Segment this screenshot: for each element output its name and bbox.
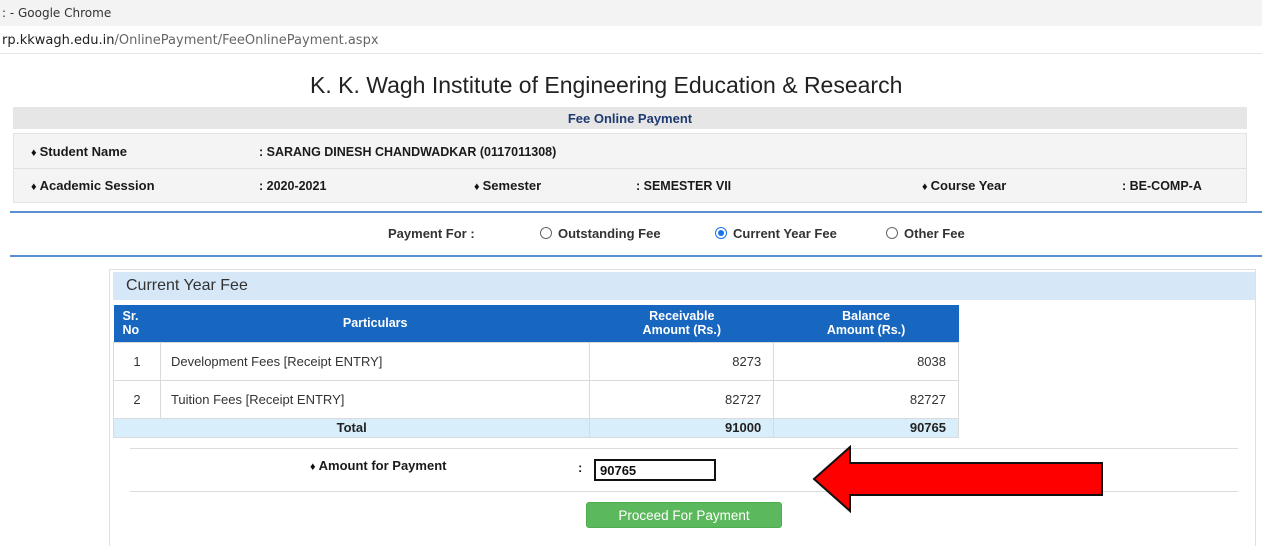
- radio-outstanding-fee[interactable]: [540, 227, 552, 239]
- payment-for-label: Payment For :: [388, 226, 475, 241]
- cell-receivable: 8273: [589, 341, 775, 381]
- cell-balance: 8038: [773, 341, 959, 381]
- browser-title-bar: : - Google Chrome: [0, 0, 1262, 26]
- cell-balance: 82727: [773, 379, 959, 419]
- tag-icon: ♦: [31, 147, 37, 159]
- col-balance: Balance Amount (Rs.): [773, 305, 959, 342]
- col-receivable: Receivable Amount (Rs.): [589, 305, 774, 342]
- academic-session-value: : 2020-2021: [259, 179, 327, 193]
- total-row: Total 91000 90765: [112, 417, 959, 438]
- current-year-fee-header: Current Year Fee: [113, 272, 1255, 300]
- url-path: /OnlinePayment/FeeOnlinePayment.aspx: [114, 33, 379, 48]
- table-header-row: Sr. No Particulars Receivable Amount (Rs.)…: [113, 305, 959, 342]
- semester-value: : SEMESTER VII: [636, 179, 732, 193]
- radio-other-fee[interactable]: [886, 227, 898, 239]
- divider-top: [10, 211, 1262, 213]
- cell-particulars: Tuition Fees [Receipt ENTRY]: [159, 379, 591, 419]
- fee-online-payment-bar: Fee Online Payment: [13, 107, 1247, 129]
- info-divider: [14, 168, 1246, 169]
- proceed-for-payment-button[interactable]: Proceed For Payment: [586, 502, 782, 528]
- student-name-value: : SARANG DINESH CHANDWADKAR (0117011308): [259, 145, 557, 159]
- col-particulars: Particulars: [160, 305, 590, 342]
- total-receivable: 91000: [589, 417, 775, 438]
- url-host: rp.kkwagh.edu.in: [2, 33, 115, 48]
- red-arrow-icon: [812, 445, 1103, 514]
- amount-for-payment-input[interactable]: [594, 459, 716, 481]
- radio-outstanding-fee-label[interactable]: Outstanding Fee: [558, 226, 661, 241]
- tag-icon: ♦: [922, 181, 928, 193]
- fee-table: Sr. No Particulars Receivable Amount (Rs.)…: [112, 305, 959, 438]
- col-sr-no: Sr. No: [113, 305, 161, 342]
- semester-label: ♦ Semester: [474, 178, 542, 193]
- total-balance: 90765: [773, 417, 959, 438]
- tag-icon: ♦: [310, 461, 316, 473]
- current-year-fee-title: Current Year Fee: [126, 277, 248, 294]
- student-name-label: ♦ Student Name: [31, 144, 128, 159]
- tag-icon: ♦: [474, 181, 480, 193]
- course-year-label: ♦ Course Year: [922, 178, 1007, 193]
- cell-sr: 1: [113, 341, 161, 381]
- academic-session-label: ♦ Academic Session: [31, 178, 155, 193]
- table-row: 1 Development Fees [Receipt ENTRY] 8273 …: [113, 341, 959, 381]
- institute-title: K. K. Wagh Institute of Engineering Educ…: [310, 72, 903, 98]
- cell-receivable: 82727: [589, 379, 775, 419]
- cell-sr: 2: [113, 379, 161, 419]
- table-row: 2 Tuition Fees [Receipt ENTRY] 82727 827…: [113, 379, 959, 419]
- amount-colon: :: [578, 460, 583, 475]
- cell-particulars: Development Fees [Receipt ENTRY]: [159, 341, 591, 381]
- divider-bottom: [10, 255, 1262, 257]
- course-year-value: : BE-COMP-A: [1122, 179, 1202, 193]
- window-title: : - Google Chrome: [2, 6, 112, 20]
- tag-icon: ♦: [31, 181, 37, 193]
- student-info-panel: ♦ Student Name : SARANG DINESH CHANDWADKA…: [13, 133, 1247, 203]
- radio-other-fee-label[interactable]: Other Fee: [904, 226, 965, 241]
- section-title: Fee Online Payment: [567, 111, 693, 126]
- amount-for-payment-label: ♦ Amount for Payment: [310, 458, 447, 473]
- radio-current-year-fee[interactable]: [715, 227, 727, 239]
- radio-current-year-fee-label[interactable]: Current Year Fee: [733, 226, 837, 241]
- total-label: Total: [112, 417, 591, 438]
- address-bar[interactable]: rp.kkwagh.edu.in/OnlinePayment/FeeOnline…: [0, 26, 1262, 54]
